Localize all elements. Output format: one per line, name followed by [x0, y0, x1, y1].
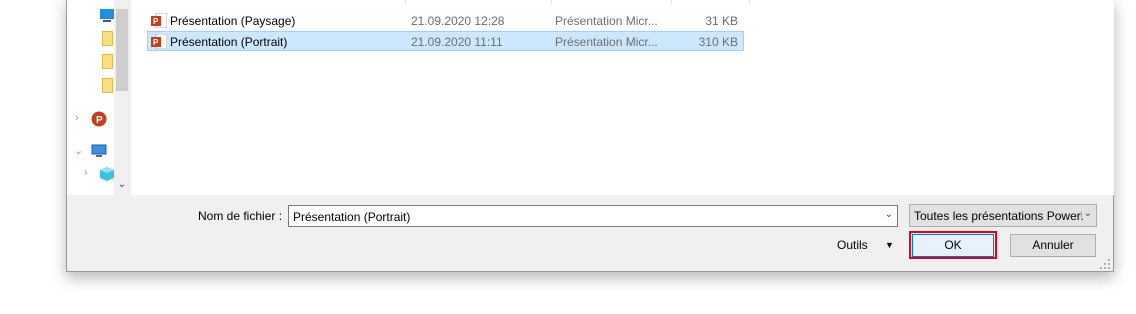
- expand-chevron-icon[interactable]: ›: [75, 112, 79, 124]
- resize-grip-icon[interactable]: [1100, 258, 1110, 269]
- file-row[interactable]: P Présentation (Paysage) 21.09.2020 12:2…: [147, 10, 744, 30]
- file-date: 21.09.2020 12:28: [411, 14, 505, 28]
- navigation-pane: › P ⌄ › ⌄: [67, 0, 130, 200]
- computer-icon[interactable]: [91, 143, 107, 162]
- column-divider: [749, 0, 750, 4]
- expand-chevron-icon[interactable]: ›: [84, 167, 88, 179]
- filename-input[interactable]: Présentation (Portrait) ⌄: [288, 205, 898, 227]
- tools-label: Outils: [837, 238, 868, 252]
- filetype-value: Toutes les présentations PowerP: [914, 209, 1089, 223]
- folder-icon[interactable]: [102, 78, 113, 93]
- svg-text:P: P: [153, 38, 159, 47]
- collapse-chevron-icon[interactable]: ⌄: [74, 144, 83, 157]
- file-date: 21.09.2020 11:11: [411, 35, 503, 49]
- nav-scrollbar[interactable]: ⌄: [114, 0, 130, 195]
- filetype-select[interactable]: Toutes les présentations PowerP ⌄: [909, 204, 1097, 227]
- dropdown-arrow-icon: ▼: [885, 240, 894, 250]
- svg-text:P: P: [153, 17, 159, 26]
- file-list: P Présentation (Paysage) 21.09.2020 12:2…: [131, 0, 1114, 195]
- chevron-down-icon[interactable]: ⌄: [885, 209, 893, 220]
- file-type: Présentation Micr...: [555, 14, 658, 28]
- file-name: Présentation (Paysage): [170, 14, 296, 28]
- 3d-objects-icon[interactable]: [99, 166, 115, 185]
- powerpoint-file-icon: P: [151, 33, 168, 50]
- chevron-down-icon[interactable]: ⌄: [1081, 208, 1092, 219]
- desktop-icon[interactable]: [99, 7, 115, 26]
- tools-menu[interactable]: Outils ▼: [837, 238, 897, 256]
- filename-label: Nom de fichier :: [198, 209, 283, 223]
- file-type: Présentation Micr...: [555, 35, 658, 49]
- file-size: 310 KB: [698, 35, 738, 49]
- open-file-dialog: › P ⌄ › ⌄ P Présentation (Paysage) 21.09…: [66, 0, 1114, 272]
- file-name: Présentation (Portrait): [170, 35, 288, 49]
- scrollbar-thumb[interactable]: [116, 9, 128, 91]
- folder-icon[interactable]: [102, 31, 113, 46]
- dialog-footer: Nom de fichier : Présentation (Portrait)…: [67, 195, 1113, 271]
- folder-icon[interactable]: [102, 54, 113, 69]
- filename-value: Présentation (Portrait): [293, 210, 411, 224]
- column-divider: [671, 0, 672, 4]
- column-divider: [405, 0, 406, 4]
- column-divider: [551, 0, 552, 4]
- cancel-button[interactable]: Annuler: [1010, 234, 1096, 257]
- powerpoint-icon[interactable]: P: [91, 111, 107, 130]
- svg-text:P: P: [96, 115, 103, 126]
- highlight-box: [909, 231, 997, 259]
- file-size: 31 KB: [705, 14, 738, 28]
- powerpoint-file-icon: P: [151, 12, 168, 29]
- scroll-down-icon[interactable]: ⌄: [117, 179, 127, 191]
- file-row-selected[interactable]: P Présentation (Portrait) 21.09.2020 11:…: [147, 31, 744, 51]
